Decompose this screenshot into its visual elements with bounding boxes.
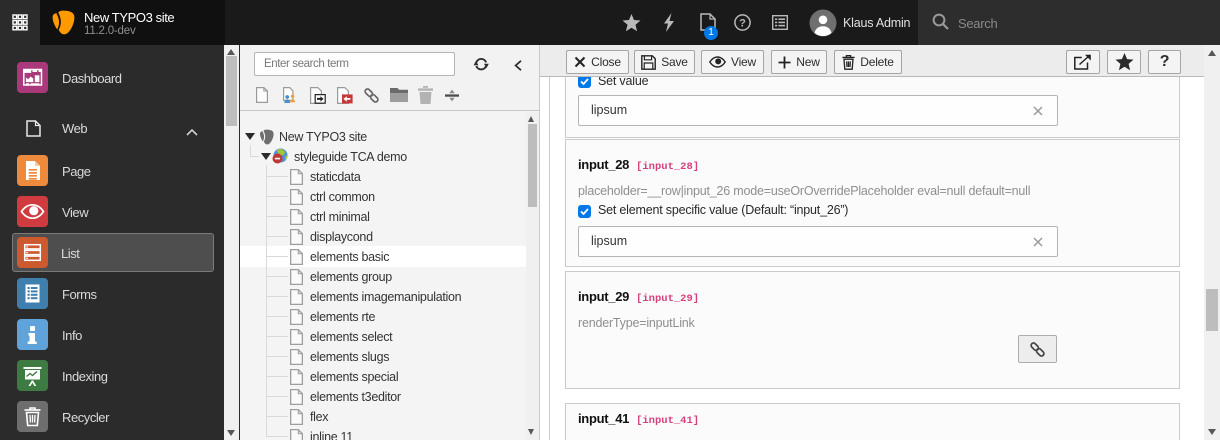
svg-text:?: ? — [739, 17, 746, 29]
